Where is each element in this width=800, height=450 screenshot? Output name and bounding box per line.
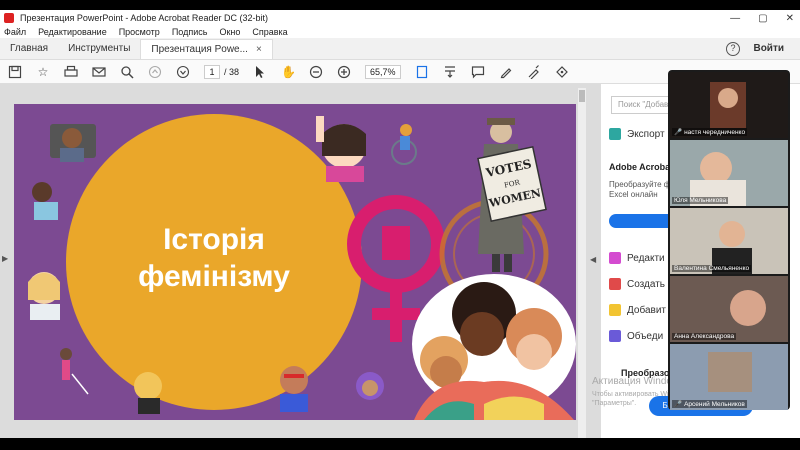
muted-mic-icon: 🎤 (674, 129, 683, 136)
zoom-select[interactable]: 65,7% (365, 64, 401, 79)
draw-icon[interactable] (527, 64, 541, 79)
add-comment-tool[interactable]: Добавит (609, 304, 666, 316)
participant-tile[interactable]: 🎤 настя чередниченко (670, 72, 788, 138)
slide-title-line1: Історія (163, 223, 265, 256)
participant-name: Анна Александрова (672, 333, 737, 340)
tab-document[interactable]: Презентация Powe... × (140, 39, 273, 60)
highlight-pen-icon[interactable] (499, 65, 513, 79)
comment-tool-icon (609, 304, 621, 316)
participant-tile[interactable]: Валентина Смельяненко (670, 208, 788, 274)
export-pdf-tool[interactable]: Экспорт (609, 128, 665, 140)
comment-icon[interactable] (471, 65, 485, 79)
page-fit-icon[interactable] (415, 65, 429, 79)
presentation-slide: VOTES FOR WOMEN Історія фемінізму (14, 104, 576, 420)
woman-in-wheelchair-emoji (391, 124, 417, 165)
menu-edit[interactable]: Редактирование (38, 27, 107, 37)
zoom-out-icon[interactable] (309, 65, 323, 79)
menu-bar: Файл Редактирование Просмотр Подпись Окн… (0, 26, 800, 38)
acrobat-icon (4, 13, 14, 23)
screen-top-border (0, 0, 800, 10)
create-icon (609, 278, 621, 290)
slide-graphic: VOTES FOR WOMEN Історія фемінізму (28, 114, 576, 420)
maximize-button[interactable]: ▢ (758, 13, 767, 24)
email-icon[interactable] (92, 65, 106, 79)
tab-home[interactable]: Главная (0, 39, 58, 59)
save-icon[interactable] (8, 65, 22, 79)
menu-window[interactable]: Окно (219, 27, 240, 37)
scroll-mode-icon[interactable] (443, 65, 457, 79)
combine-label: Объеди (627, 330, 664, 342)
woman-emoji-bottom (134, 372, 162, 414)
tab-bar: Главная Инструменты Презентация Powe... … (0, 38, 800, 60)
menu-help[interactable]: Справка (252, 27, 287, 37)
promo-title: Adobe Acrobat (609, 162, 674, 172)
participant-name: 🎤 Арсений Мельников (672, 400, 747, 408)
edit-icon (609, 252, 621, 264)
help-icon[interactable]: ? (726, 42, 740, 56)
close-tab-icon[interactable]: × (256, 40, 262, 60)
combine-icon (609, 330, 621, 342)
window-controls: — ▢ ✕ (730, 10, 794, 26)
woman-feeding-baby-emoji (32, 182, 58, 220)
page-navigator: 1 / 38 (204, 64, 240, 79)
tools-search-input[interactable]: Поиск "Добав (611, 96, 675, 114)
page-total: / 38 (224, 66, 240, 77)
screen-bottom-border (0, 438, 800, 450)
minimize-button[interactable]: — (730, 13, 740, 24)
zoom-in-icon[interactable] (337, 65, 351, 79)
participant-name: Юля Мельникова (672, 197, 729, 204)
edit-label: Редакти (627, 252, 665, 264)
menu-view[interactable]: Просмотр (119, 27, 160, 37)
window-title: Презентация PowerPoint - Adobe Acrobat R… (20, 13, 268, 23)
left-panel-toggle-icon[interactable]: ▶ (2, 254, 8, 263)
fill-sign-icon[interactable] (555, 65, 569, 79)
search-icon[interactable] (120, 65, 134, 79)
scrollbar-thumb[interactable] (579, 90, 585, 102)
hugging-women-illustration (412, 274, 576, 420)
woman-at-computer-emoji (50, 124, 96, 162)
export-label: Экспорт (627, 128, 665, 140)
close-button[interactable]: ✕ (786, 13, 794, 24)
create-pdf-tool[interactable]: Создать (609, 278, 665, 290)
video-call-panel: 🎤 настя чередниченко Юля Мельникова Вален… (668, 70, 790, 410)
previous-page-icon[interactable] (148, 65, 162, 79)
bookmark-star-icon[interactable]: ☆ (36, 65, 50, 79)
votes-sign: VOTES FOR WOMEN (477, 145, 547, 223)
title-bar: Презентация PowerPoint - Adobe Acrobat R… (0, 10, 800, 26)
menu-sign[interactable]: Подпись (172, 27, 208, 37)
add-label: Добавит (627, 304, 666, 316)
slide-title-line2: фемінізму (138, 260, 290, 293)
create-label: Создать (627, 278, 666, 290)
tab-document-label: Презентация Powe... (151, 43, 248, 55)
export-icon (609, 128, 621, 140)
sign-in-button[interactable]: Войти (753, 43, 784, 54)
edit-pdf-tool[interactable]: Редакти (609, 252, 665, 264)
combine-files-tool[interactable]: Объеди (609, 330, 663, 342)
hand-tool-icon[interactable]: ✋ (281, 65, 296, 79)
participant-name: Валентина Смельяненко (672, 265, 752, 272)
tab-tools[interactable]: Инструменты (58, 39, 140, 59)
superhero-woman-emoji (280, 366, 308, 412)
participant-tile[interactable]: Анна Александрова (670, 276, 788, 342)
woman-with-headscarf-emoji (356, 372, 384, 400)
participant-tile[interactable]: 🎤 Арсений Мельников (670, 344, 788, 410)
muted-mic-icon: 🎤 (674, 401, 683, 408)
promo-button[interactable] (609, 214, 675, 228)
right-panel-toggle-icon[interactable]: ◀ (590, 255, 596, 264)
select-cursor-icon[interactable] (253, 65, 267, 79)
print-icon[interactable] (64, 65, 78, 79)
woman-with-cane-emoji (60, 348, 89, 395)
woman-health-worker-emoji (28, 272, 60, 320)
participant-name: 🎤 настя чередниченко (672, 128, 748, 136)
menu-file[interactable]: Файл (4, 27, 26, 37)
document-scrollbar[interactable] (578, 88, 586, 438)
next-page-icon[interactable] (176, 65, 190, 79)
page-number-input[interactable]: 1 (204, 64, 220, 79)
participant-tile[interactable]: Юля Мельникова (670, 140, 788, 206)
